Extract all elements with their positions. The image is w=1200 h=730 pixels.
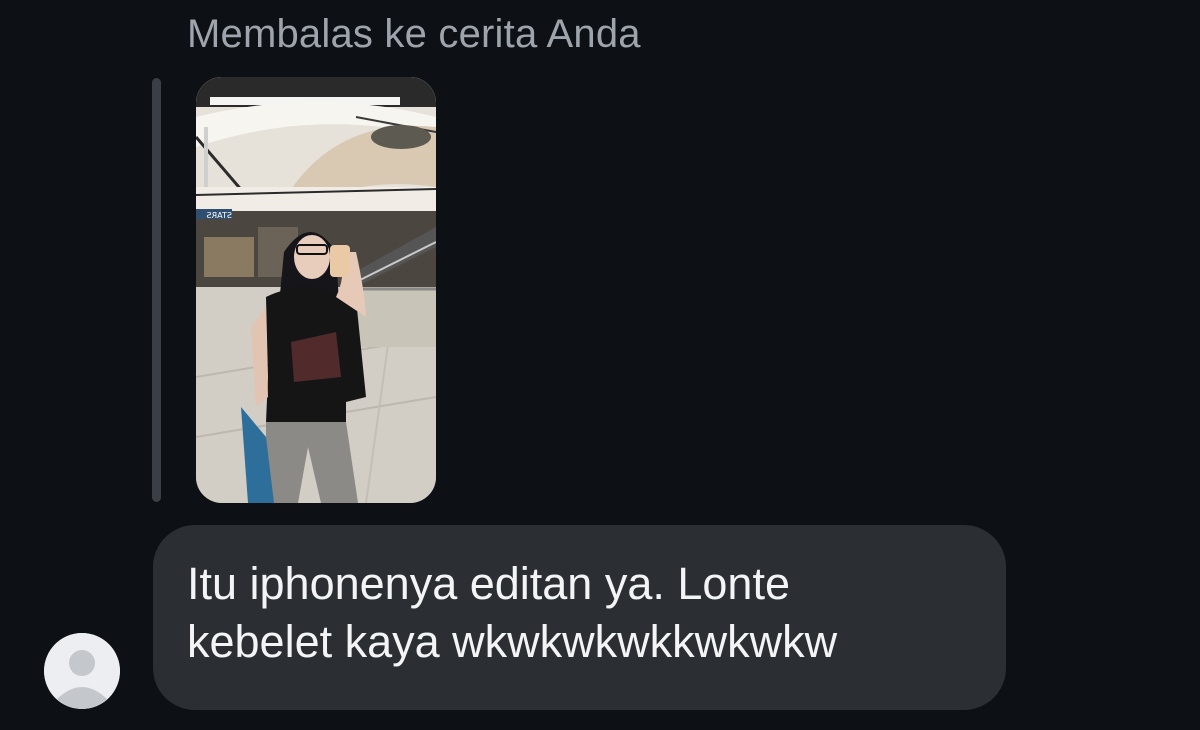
sender-avatar[interactable] (44, 633, 120, 709)
phone-icon (330, 245, 350, 277)
default-profile-avatar-icon (44, 633, 120, 709)
reply-caption: Membalas ke cerita Anda (187, 12, 641, 56)
story-thumbnail[interactable]: STARS (196, 77, 436, 503)
message-bubble[interactable]: Itu iphonenya editan ya. Lonte kebelet k… (153, 525, 1006, 710)
message-text-line-2: kebelet kaya wkwkwkwkkwkwkw (187, 616, 838, 667)
story-photo: STARS (196, 77, 436, 503)
message-text-line-1: Itu iphonenya editan ya. Lonte (187, 558, 790, 609)
chat-screen: Membalas ke cerita Anda STARS Itu iphone… (0, 0, 1200, 730)
reply-indicator-bar (152, 78, 161, 502)
store-sign-text: STARS (207, 211, 232, 220)
